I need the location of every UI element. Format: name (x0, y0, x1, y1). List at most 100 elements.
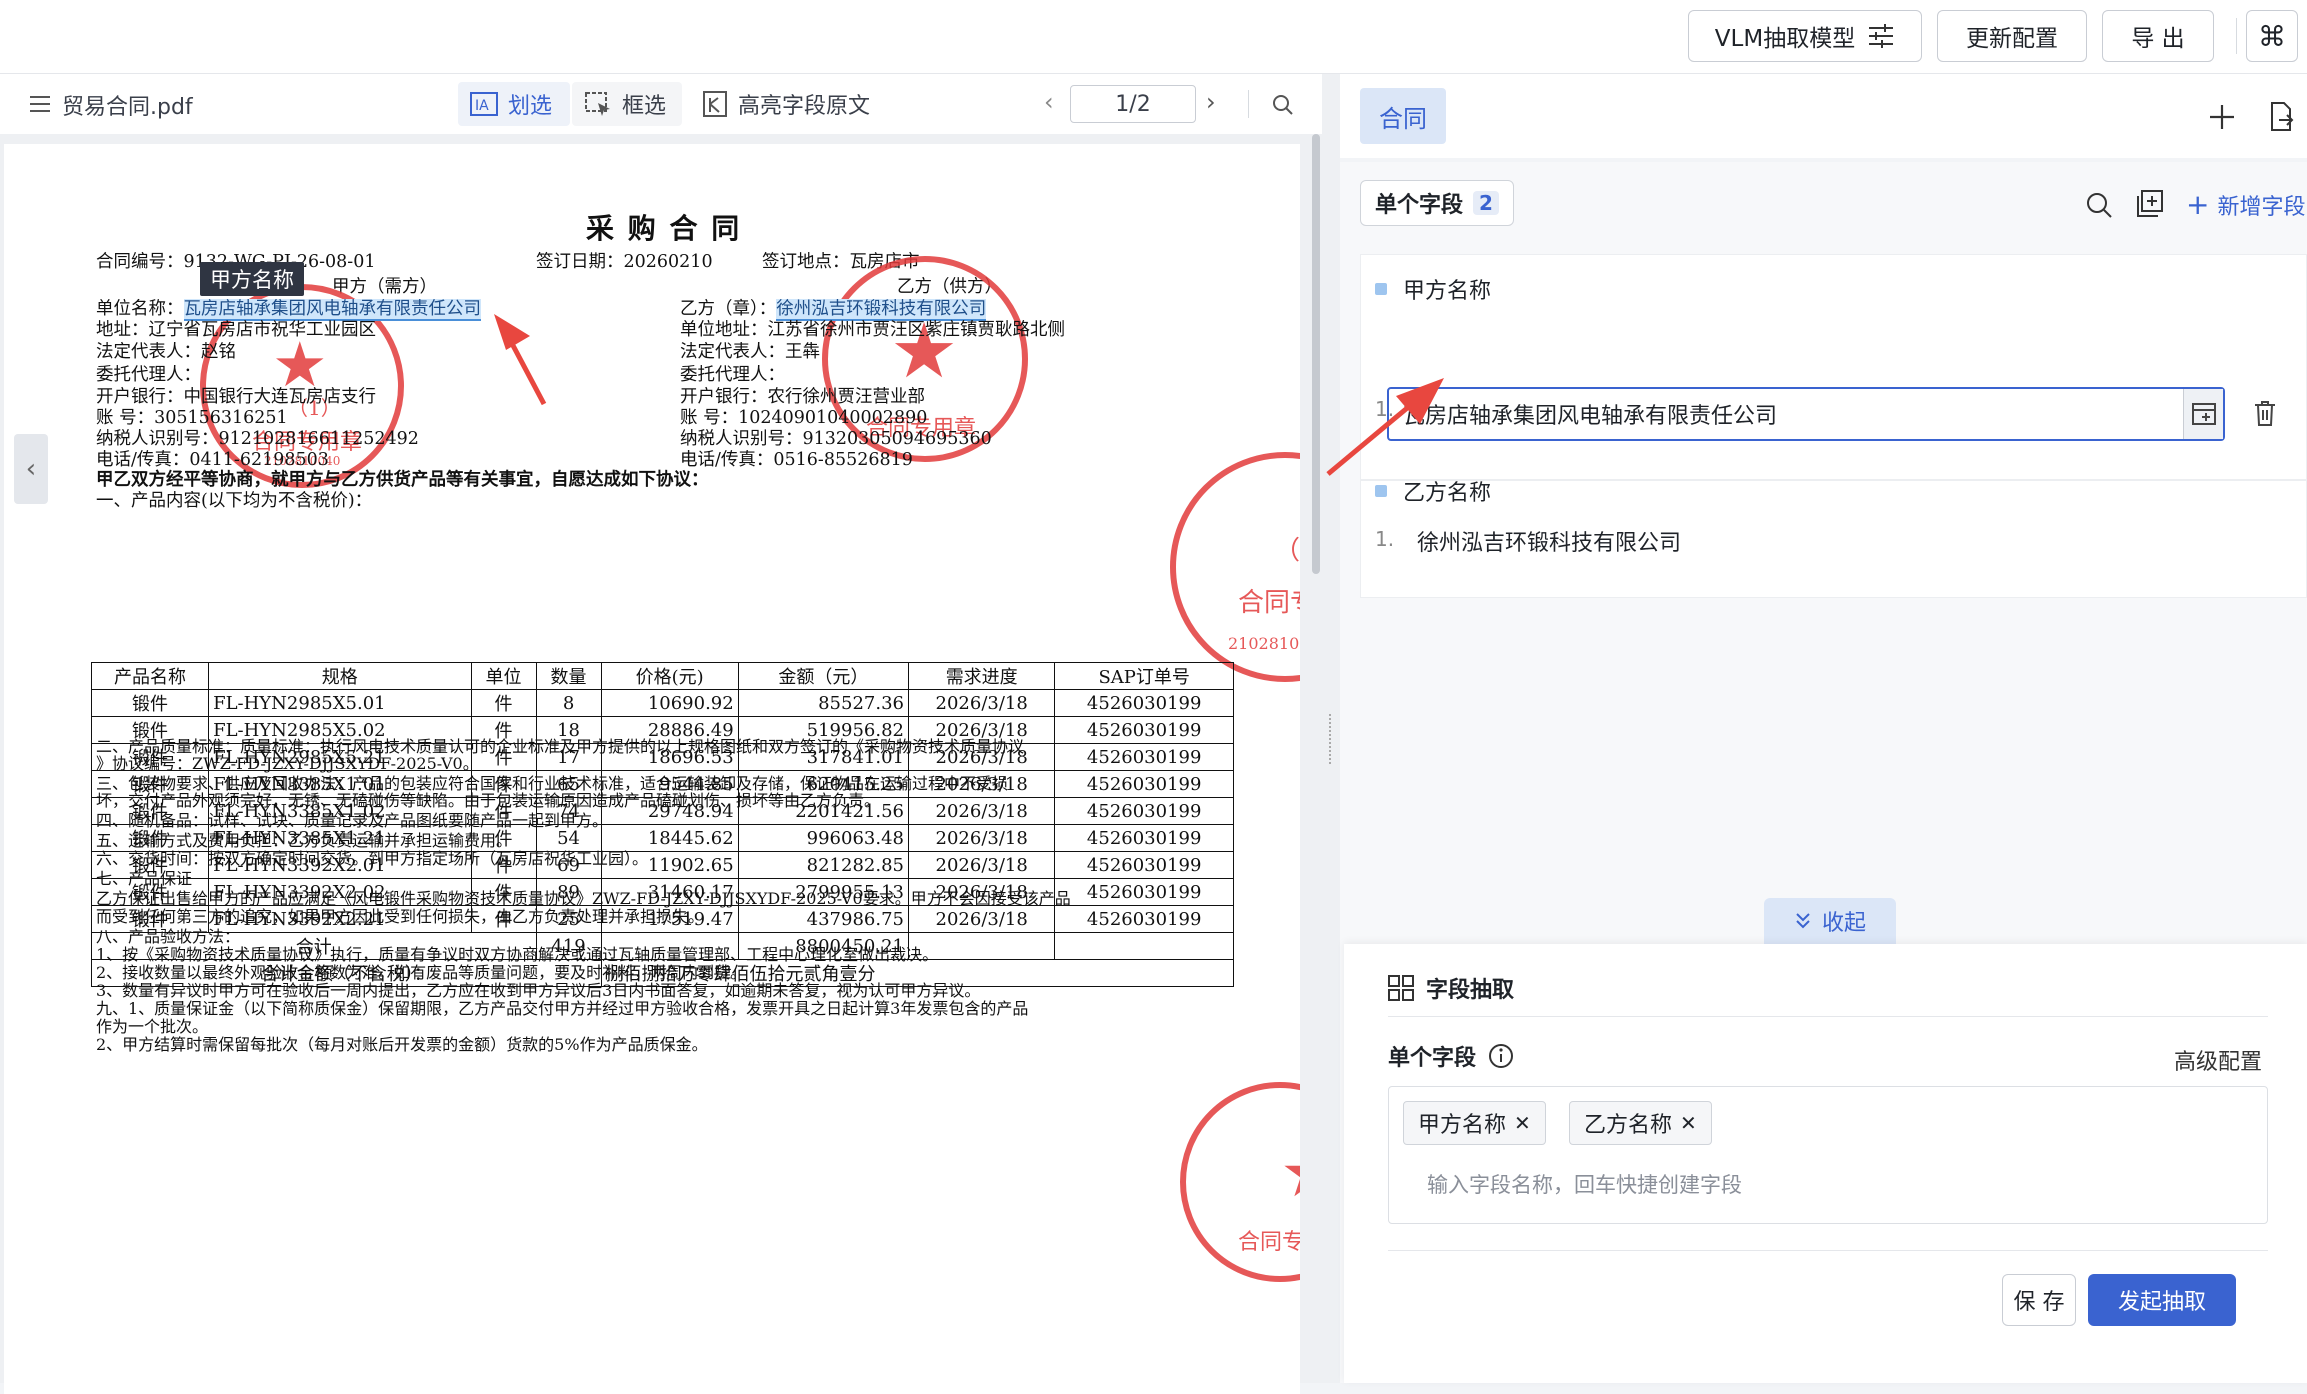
box-select-icon (585, 92, 610, 116)
table-column-header: 需求进度 (907, 662, 1056, 690)
company-stamp-edge-a: （1 合同专 21028100 (1170, 452, 1300, 682)
panel-splitter[interactable] (1322, 74, 1340, 1383)
table-header-row: 产品名称 规格 单位 数量 价格(元) 金额（元） 需求进度 SAP订单号 (90, 662, 1234, 690)
table-cell: 2026/3/18 (907, 851, 1056, 879)
box-mode-button[interactable]: 框选 (572, 82, 682, 126)
panel-header: 合同 (1340, 74, 2307, 158)
table-column-header: SAP订单号 (1054, 662, 1234, 690)
field-b-value[interactable]: 徐州泓吉环锻科技有限公司 (1417, 525, 1681, 557)
add-field-label: 新增字段 (2217, 194, 2306, 220)
add-group-icon[interactable] (2136, 190, 2164, 218)
field-a-value-input[interactable]: 瓦房店轴承集团风电轴承有限责任公司 (1387, 387, 2225, 441)
table-cell: 4526030199 (1054, 743, 1234, 771)
start-extraction-label: 发起抽取 (2117, 1290, 2206, 1315)
table-cell: FL-HYN2985X5.01 (208, 689, 472, 717)
update-config-label: 更新配置 (1966, 26, 2058, 52)
update-config-button[interactable]: 更新配置 (1937, 10, 2087, 62)
page-input[interactable]: 1/2 (1070, 85, 1196, 123)
info-icon[interactable] (1488, 1043, 1514, 1069)
field-b-title: 乙方名称 (1403, 481, 1492, 506)
page-indicator: 1/2 (1115, 91, 1151, 117)
party-b-tel: 电话/传真：0516-85526819 (680, 450, 913, 470)
viewer-scrollbar[interactable] (1312, 134, 1320, 574)
table-cell: 85527.36 (737, 689, 909, 717)
single-field-label: 单个字段 (1375, 193, 1464, 218)
box-mode-label: 框选 (622, 94, 667, 119)
viewer-toolbar: 贸易合同.pdf IA 划选 框选 高亮字段原文 ‹ 1/2 › (0, 74, 1322, 134)
next-page-icon[interactable]: › (1206, 88, 1216, 116)
tag-party-b: 乙方名称 ✕ (1569, 1101, 1712, 1145)
search-icon[interactable] (1272, 94, 1294, 116)
sliders-icon (1869, 24, 1894, 48)
stamp-c-number: （1 (1274, 536, 1300, 566)
table-column-header: 规格 (208, 662, 472, 690)
party-a-rep: 法定代表人：赵铭 (96, 342, 236, 362)
pdf-canvas: 采 购 合 同 合同编号：9132-WG-PJ-26-08-01 签订日期：20… (0, 134, 1322, 1394)
stamp-c-text: 合同专 (1238, 588, 1300, 618)
command-button[interactable]: ⌘ (2246, 10, 2298, 62)
export-button[interactable]: 导 出 (2102, 10, 2214, 62)
clause-line: 九、1、质量保证金（以下简称质保金）保留期限，乙方产品交付甲方并经过甲方验收合格… (96, 999, 1029, 1018)
contract-title: 采 购 合 同 (586, 212, 742, 245)
single-field-row: 单个字段 (1388, 1040, 1514, 1072)
table-cell: 2026/3/18 (907, 824, 1056, 852)
table-cell: 锻件 (90, 689, 210, 717)
field-a-title: 甲方名称 (1403, 279, 1492, 304)
field-b-index: 1. (1375, 527, 1395, 551)
clause-line: 2、甲方结算时需保留每批次（每月对账后开发票的金额）货款的5%作为产品质保金。 (96, 1035, 708, 1054)
delete-icon[interactable] (2254, 400, 2276, 426)
vlm-model-button[interactable]: VLM抽取模型 (1688, 10, 1922, 62)
extraction-header: 字段抽取 (1388, 972, 1514, 1004)
field-block-party-a: 甲方名称 1. 瓦房店轴承集团风电轴承有限责任公司 (1360, 254, 2307, 480)
search-fields-icon[interactable] (2086, 192, 2112, 218)
extraction-title: 字段抽取 (1426, 978, 1515, 1003)
grid-icon (1388, 975, 1414, 1001)
table-column-header: 单位 (470, 662, 537, 690)
field-tag-input[interactable]: 甲方名称 ✕ 乙方名称 ✕ 输入字段名称，回车快捷创建字段 (1388, 1086, 2268, 1224)
table-cell: 4526030199 (1054, 878, 1234, 906)
table-cell: 10690.92 (600, 689, 739, 717)
svg-text:IA: IA (475, 98, 489, 114)
save-button[interactable]: 保 存 (2002, 1274, 2076, 1326)
table-cell: 4526030199 (1054, 797, 1234, 825)
table-cell: 4526030199 (1054, 905, 1234, 933)
viewer-divider (1248, 90, 1249, 118)
tag-remove-icon[interactable]: ✕ (1680, 1111, 1697, 1135)
collapse-button[interactable]: 收起 (1764, 898, 1896, 944)
table-cell: 2026/3/18 (907, 797, 1056, 825)
field-marker-icon (1375, 283, 1387, 295)
prev-page-icon[interactable]: ‹ (1044, 88, 1054, 116)
tag-remove-icon[interactable]: ✕ (1514, 1111, 1531, 1135)
section-1: 一、产品内容(以下均为不含税价)： (96, 491, 373, 511)
highlight-icon (703, 91, 727, 117)
field-tooltip: 甲方名称 (200, 262, 304, 296)
tab-contract[interactable]: 合同 (1360, 88, 1446, 144)
add-icon[interactable] (2209, 104, 2235, 130)
highlight-label: 高亮字段原文 (738, 94, 871, 119)
double-chevron-down-icon (1796, 913, 1810, 929)
single-field-heading: 单个字段 (1388, 1046, 1477, 1071)
field-count-badge: 2 (1473, 191, 1499, 215)
field-extraction-card: 字段抽取 单个字段 高级配置 甲方名称 ✕ 乙方名称 ✕ 输入字段名称，回车快捷… (1344, 944, 2307, 1383)
highlight-source-button[interactable]: 高亮字段原文 (702, 82, 870, 126)
export-doc-icon[interactable] (2268, 102, 2294, 132)
field-title-party-b: 乙方名称 (1375, 475, 1491, 507)
company-stamp-edge-b: ★ 合同专 (1180, 1082, 1300, 1282)
single-field-badge[interactable]: 单个字段 2 (1360, 180, 1514, 226)
menu-icon[interactable] (30, 95, 50, 113)
table-cell: 437986.75 (737, 905, 909, 933)
divider (1388, 1016, 2268, 1017)
stamp-c-code: 21028100 (1228, 634, 1300, 653)
tag-party-a-label: 甲方名称 (1418, 1113, 1507, 1138)
add-field-button[interactable]: + 新增字段 (2186, 188, 2305, 221)
locate-source-button[interactable] (2183, 389, 2223, 439)
start-extraction-button[interactable]: 发起抽取 (2088, 1274, 2236, 1326)
stamp-star-icon: ★ (1280, 1134, 1300, 1213)
pdf-viewer: 贸易合同.pdf IA 划选 框选 高亮字段原文 ‹ 1/2 › 采 购 合 同… (0, 74, 1322, 1394)
advanced-config-link[interactable]: 高级配置 (2174, 1044, 2262, 1076)
save-label: 保 存 (2013, 1290, 2065, 1315)
table-cell: 4526030199 (1054, 716, 1234, 744)
viewer-collapse-toggle[interactable]: ‹ (14, 434, 48, 504)
select-mode-button[interactable]: IA 划选 (458, 82, 570, 126)
pdf-page: 采 购 合 同 合同编号：9132-WG-PJ-26-08-01 签订日期：20… (4, 144, 1300, 1394)
